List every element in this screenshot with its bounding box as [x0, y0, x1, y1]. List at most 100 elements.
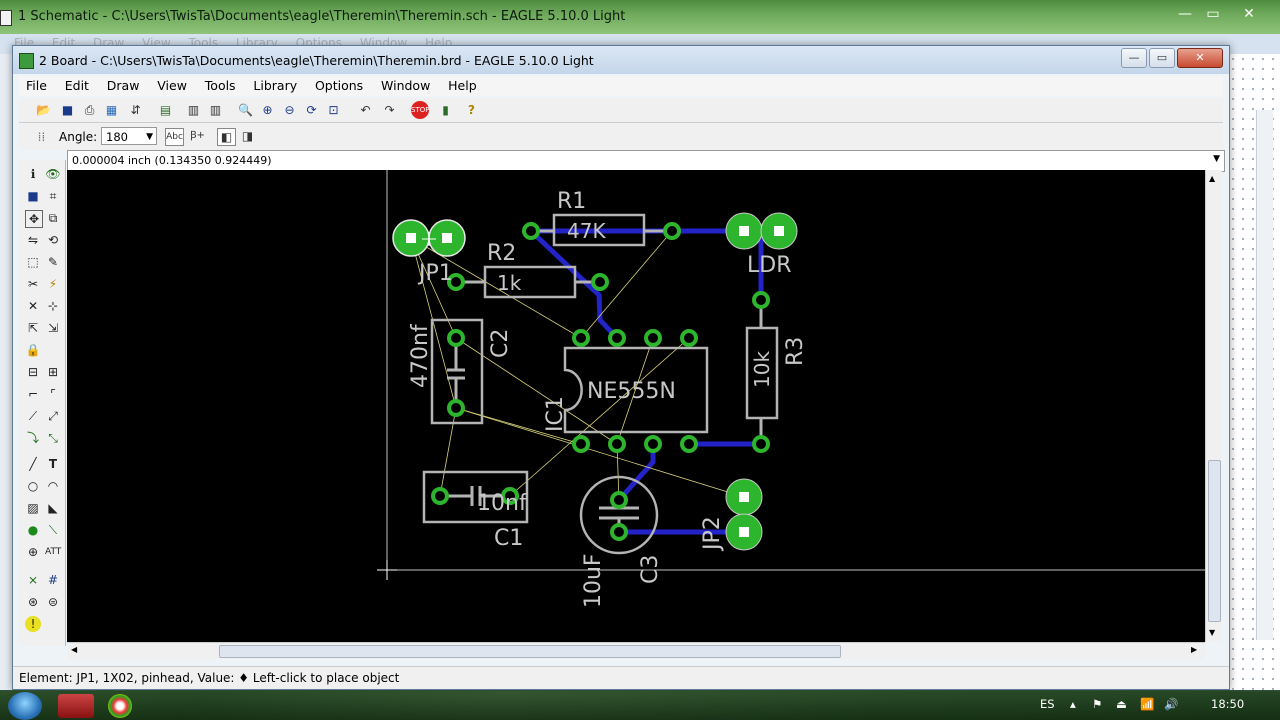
- bg-maximize-icon[interactable]: ▭: [1204, 6, 1222, 24]
- wire-icon[interactable]: ⟋: [25, 408, 41, 424]
- zoom-select-icon[interactable]: ⊡: [325, 102, 342, 118]
- rotate-icon[interactable]: ⟲: [45, 232, 61, 248]
- library-icon[interactable]: ▤: [157, 102, 174, 118]
- board-canvas[interactable]: R1 47K R2 1k JP1 LDR NE555N 10nf C1 R3 1…: [67, 170, 1205, 642]
- paste-icon[interactable]: ✂: [25, 276, 41, 292]
- bg-minimize-icon[interactable]: —: [1176, 6, 1194, 24]
- zoom-in-icon[interactable]: ⊕: [259, 102, 276, 118]
- show-icon[interactable]: 👁: [45, 166, 61, 182]
- taskbar-chrome-icon[interactable]: [108, 694, 132, 718]
- auto-icon[interactable]: #: [45, 572, 61, 588]
- menu-draw[interactable]: Draw: [100, 76, 147, 95]
- go-icon[interactable]: ▮: [437, 102, 454, 118]
- zoom-fit-icon[interactable]: 🔍: [237, 102, 254, 118]
- spin-text-icon[interactable]: Ꞵ+: [189, 128, 206, 144]
- help-icon[interactable]: ?: [463, 102, 480, 118]
- start-button[interactable]: [8, 692, 42, 720]
- background-titlebar[interactable]: 1 Schematic - C:\Users\TwisTa\Documents\…: [0, 0, 1280, 34]
- name-icon[interactable]: ⇱: [25, 320, 41, 336]
- copy-icon[interactable]: ⧉: [45, 210, 61, 226]
- dimension-icon[interactable]: ⊛: [25, 594, 41, 610]
- angle-select[interactable]: 180 ▼: [101, 127, 157, 145]
- trace-icon[interactable]: ⟍: [45, 522, 61, 538]
- board-titlebar[interactable]: 2 Board - C:\Users\TwisTa\Documents\eagl…: [13, 46, 1229, 74]
- text-icon[interactable]: T: [45, 456, 61, 472]
- redraw-icon[interactable]: ⟳: [303, 102, 320, 118]
- ulp-icon[interactable]: ▥: [207, 102, 224, 118]
- bg-close-icon[interactable]: ✕: [1240, 6, 1258, 24]
- command-input[interactable]: [314, 152, 1218, 170]
- add-icon[interactable]: ⊹: [45, 298, 61, 314]
- display-icon[interactable]: ■: [25, 188, 41, 204]
- hole-icon[interactable]: ⊕: [25, 544, 41, 560]
- chevron-down-icon[interactable]: ▼: [1213, 154, 1220, 164]
- board-drawing[interactable]: R1 47K R2 1k JP1 LDR NE555N 10nf C1 R3 1…: [67, 170, 1205, 642]
- usb-icon[interactable]: ⏏: [1116, 697, 1127, 711]
- taskbar-eagle-app[interactable]: [58, 694, 94, 718]
- scroll-down-icon[interactable]: ▼: [1209, 628, 1215, 637]
- mirror-icon[interactable]: ⇋: [25, 232, 41, 248]
- delete-icon[interactable]: ✕: [25, 298, 41, 314]
- cam-processor-icon[interactable]: ▦: [103, 102, 120, 118]
- clock[interactable]: 18:50: [1211, 697, 1244, 711]
- chevron-down-icon[interactable]: ▼: [146, 128, 153, 146]
- menu-window[interactable]: Window: [374, 76, 437, 95]
- rect-icon[interactable]: ▨: [25, 500, 41, 516]
- menu-file[interactable]: File: [19, 76, 54, 95]
- menu-edit[interactable]: Edit: [58, 76, 96, 95]
- scroll-left-icon[interactable]: ◀: [71, 645, 77, 654]
- network-icon[interactable]: 📶: [1140, 697, 1154, 711]
- grid-icon[interactable]: ⁞⁞: [33, 129, 50, 145]
- signal-icon[interactable]: ⤵: [25, 430, 41, 446]
- open-folder-icon[interactable]: 📂: [35, 102, 52, 118]
- change-icon[interactable]: ✎: [45, 254, 61, 270]
- zoom-out-icon[interactable]: ⊖: [281, 102, 298, 118]
- script-icon[interactable]: ▥: [185, 102, 202, 118]
- menu-options[interactable]: Options: [308, 76, 370, 95]
- menu-library[interactable]: Library: [246, 76, 304, 95]
- language-indicator[interactable]: ES: [1040, 697, 1055, 711]
- attribute-icon[interactable]: ATT: [45, 544, 61, 560]
- line-icon[interactable]: ╱: [25, 456, 41, 472]
- stop-icon[interactable]: STOP: [411, 101, 429, 119]
- arc-icon[interactable]: ◠: [45, 478, 61, 494]
- save-icon[interactable]: ■: [59, 102, 76, 118]
- board-window[interactable]: 2 Board - C:\Users\TwisTa\Documents\eagl…: [12, 45, 1230, 690]
- board-switch-icon[interactable]: ⇵: [127, 102, 144, 118]
- redo-icon[interactable]: ↷: [381, 102, 398, 118]
- horizontal-scroll-thumb[interactable]: [219, 645, 841, 658]
- menu-tools[interactable]: Tools: [198, 76, 243, 95]
- via-icon[interactable]: ●: [25, 522, 41, 538]
- split-icon[interactable]: ⊟: [25, 364, 41, 380]
- vertical-scroll-thumb[interactable]: [1208, 460, 1221, 622]
- polygon-icon[interactable]: ◣: [45, 500, 61, 516]
- show-hidden-icons-icon[interactable]: ▴: [1070, 697, 1076, 711]
- print-icon[interactable]: ⎙: [81, 102, 98, 118]
- ripup-icon[interactable]: ⤢: [45, 408, 61, 424]
- action-center-icon[interactable]: ⚑: [1092, 697, 1102, 711]
- minimize-button[interactable]: —: [1121, 48, 1147, 68]
- menu-help[interactable]: Help: [441, 76, 484, 95]
- vertical-scrollbar[interactable]: ▲ ▼: [1205, 170, 1222, 642]
- group-icon[interactable]: ⬚: [25, 254, 41, 270]
- circle-icon[interactable]: ○: [25, 478, 41, 494]
- miter-icon[interactable]: ⌜: [45, 386, 61, 402]
- mirror-text-icon[interactable]: Abc: [165, 128, 184, 146]
- autorouter-icon[interactable]: ⤡: [45, 430, 61, 446]
- ratsnest-icon[interactable]: ⨯: [25, 572, 41, 588]
- layer-top-icon[interactable]: ◧: [217, 128, 236, 146]
- horizontal-scrollbar[interactable]: ◀ ▶: [67, 642, 1205, 659]
- smash-icon[interactable]: ⚡: [45, 276, 61, 292]
- lock-icon[interactable]: 🔒: [25, 342, 41, 358]
- menu-view[interactable]: View: [150, 76, 194, 95]
- drc-icon[interactable]: ⊜: [45, 594, 61, 610]
- close-button[interactable]: ✕: [1177, 48, 1223, 68]
- undo-icon[interactable]: ↶: [357, 102, 374, 118]
- optimize-icon[interactable]: ⊞: [45, 364, 61, 380]
- info-icon[interactable]: ℹ: [25, 166, 41, 182]
- volume-icon[interactable]: 🔊: [1164, 697, 1178, 711]
- mark-icon[interactable]: ⌗: [45, 188, 61, 204]
- route-icon[interactable]: ⌐: [25, 386, 41, 402]
- value-icon[interactable]: ⇲: [45, 320, 61, 336]
- scroll-up-icon[interactable]: ▲: [1209, 174, 1215, 183]
